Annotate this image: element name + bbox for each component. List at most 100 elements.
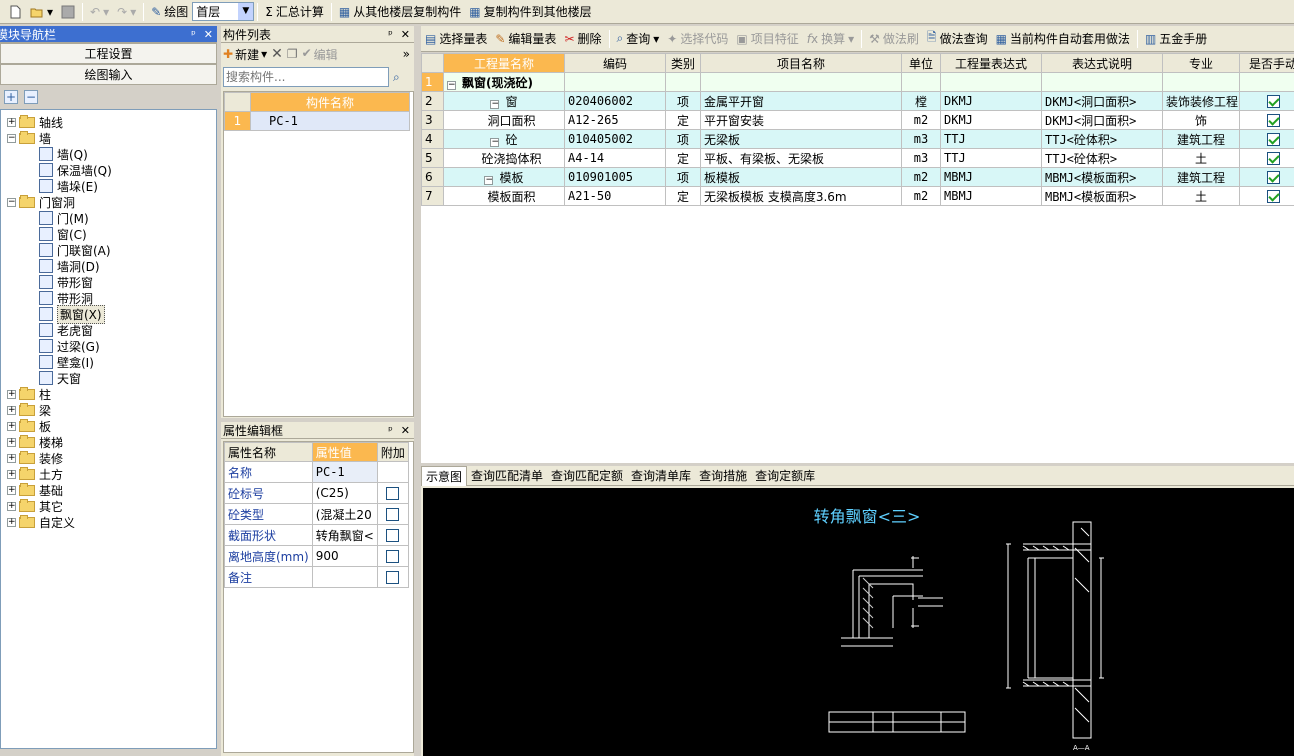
tree-leaf[interactable]: 门(M): [5, 210, 216, 226]
tree-leaf[interactable]: 墙洞(D): [5, 258, 216, 274]
floor-select[interactable]: 首层 ▼: [192, 2, 255, 21]
qty-cell-cat[interactable]: 定: [665, 110, 701, 130]
copy-from-floor-button[interactable]: ▦ 从其他楼层复制构件: [335, 2, 465, 22]
tree-leaf[interactable]: 窗(C): [5, 226, 216, 242]
method-query-button[interactable]: 🗎 做法查询: [923, 29, 992, 49]
qty-cell-unit[interactable]: m2: [901, 167, 941, 187]
bottom-tab[interactable]: 查询定额库: [751, 466, 819, 486]
pin-icon[interactable]: ᵖ: [388, 28, 393, 41]
component-name-header[interactable]: 构件名称: [250, 92, 410, 112]
tree-leaf[interactable]: 带形洞: [5, 290, 216, 306]
copy-to-floor-button[interactable]: ▦ 复制构件到其他楼层: [465, 2, 595, 22]
property-value[interactable]: PC-1: [311, 461, 378, 483]
expand-all-icon[interactable]: +: [4, 90, 18, 104]
qty-cell-code[interactable]: A4-14: [564, 148, 666, 168]
new-file-button[interactable]: [4, 2, 26, 22]
qty-header-cell[interactable]: 工程量表达式: [940, 53, 1042, 73]
qty-cell-unit[interactable]: m2: [901, 186, 941, 206]
qty-row[interactable]: 6− 模板 010901005 项板模板 m2 MBMJ MBMJ<模板面积> 建筑工程: [421, 167, 1294, 187]
qty-cell-desc[interactable]: DKMJ<洞口面积>: [1041, 91, 1163, 111]
qty-cell-major[interactable]: 建筑工程: [1162, 167, 1240, 187]
expand-icon[interactable]: +: [7, 117, 16, 127]
save-button[interactable]: [57, 2, 79, 22]
property-value[interactable]: (C25): [311, 482, 378, 504]
qty-cell-expr[interactable]: [940, 72, 1042, 92]
attach-checkbox[interactable]: [386, 571, 400, 584]
component-row[interactable]: 1 PC-1: [224, 111, 410, 131]
qty-row[interactable]: 1− 飘窗(现浇砼): [421, 72, 1294, 92]
qty-cell-cat[interactable]: [665, 72, 701, 92]
qty-cell-major[interactable]: [1162, 72, 1240, 92]
qty-cell-expr[interactable]: DKMJ: [940, 110, 1042, 130]
bottom-tab[interactable]: 查询匹配定额: [547, 466, 627, 486]
qty-cell-desc[interactable]: TTJ<砼体积>: [1041, 129, 1163, 149]
expand-icon[interactable]: +: [7, 485, 16, 495]
qty-cell-unit[interactable]: 樘: [901, 91, 941, 111]
copy-icon[interactable]: ❐: [287, 47, 298, 61]
edit-table-button[interactable]: ✎ 编辑量表: [491, 29, 560, 49]
property-value[interactable]: 转角飘窗<: [311, 524, 378, 546]
tree-folder[interactable]: + 自定义: [5, 514, 216, 530]
draw-input-button[interactable]: 绘图输入: [0, 64, 217, 85]
tree-folder[interactable]: + 柱: [5, 386, 216, 402]
qty-cell-unit[interactable]: m2: [901, 110, 941, 130]
tree-toggle-icon[interactable]: −: [484, 175, 494, 185]
expand-icon[interactable]: +: [7, 389, 16, 399]
hardware-manual-button[interactable]: ▥ 五金手册: [1141, 29, 1211, 49]
tree-folder[interactable]: + 土方: [5, 466, 216, 482]
tree-leaf[interactable]: 天窗: [5, 370, 216, 386]
close-icon[interactable]: ✕: [204, 28, 213, 41]
close-icon[interactable]: ✕: [401, 424, 410, 437]
sum-calc-button[interactable]: Σ 汇总计算: [261, 2, 328, 22]
tree-folder[interactable]: + 楼梯: [5, 434, 216, 450]
qty-cell-cat[interactable]: 项: [665, 167, 701, 187]
pin-icon[interactable]: ᵖ: [191, 28, 196, 41]
property-value[interactable]: 900: [311, 545, 378, 567]
qty-cell-name[interactable]: −砼浇捣体积: [443, 148, 565, 168]
tree-leaf[interactable]: 墙垛(E): [5, 178, 216, 194]
delete-row-button[interactable]: ✂ 删除: [560, 29, 605, 49]
expand-icon[interactable]: +: [7, 405, 16, 415]
qty-cell-unit[interactable]: m3: [901, 148, 941, 168]
tree-leaf[interactable]: 壁龛(I): [5, 354, 216, 370]
component-row-name[interactable]: PC-1: [250, 111, 410, 131]
qty-cell-expr[interactable]: DKMJ: [940, 91, 1042, 111]
edit-component-button[interactable]: ✔ 编辑: [302, 46, 338, 63]
tree-leaf[interactable]: 墙(Q): [5, 146, 216, 162]
tree-folder[interactable]: − 门窗洞: [5, 194, 216, 210]
qty-header-cell[interactable]: 工程量名称: [443, 53, 565, 73]
expand-icon[interactable]: +: [7, 469, 16, 479]
qty-cell-name[interactable]: − 砼: [443, 129, 565, 149]
qty-row[interactable]: 7−模板面积A21-50定无梁板模板 支模高度3.6mm2MBMJMBMJ<模板…: [421, 186, 1294, 206]
manual-checkbox[interactable]: [1266, 171, 1280, 184]
qty-cell-unit[interactable]: m3: [901, 129, 941, 149]
bottom-tab[interactable]: 查询匹配清单: [467, 466, 547, 486]
property-value[interactable]: [311, 566, 378, 588]
collapse-icon[interactable]: −: [7, 197, 16, 207]
auto-apply-button[interactable]: ▦ 当前构件自动套用做法: [992, 29, 1134, 49]
tree-leaf[interactable]: 老虎窗: [5, 322, 216, 338]
manual-checkbox[interactable]: [1266, 95, 1280, 108]
attach-checkbox[interactable]: [386, 487, 400, 500]
component-search-input[interactable]: [223, 67, 389, 87]
qty-cell-item[interactable]: [700, 72, 902, 92]
undo-button[interactable]: ↶ ▾: [86, 2, 113, 22]
tree-folder[interactable]: + 板: [5, 418, 216, 434]
more-icon[interactable]: »: [403, 47, 410, 61]
tree-folder[interactable]: + 梁: [5, 402, 216, 418]
qty-cell-code[interactable]: [564, 72, 666, 92]
expand-icon[interactable]: +: [7, 517, 16, 527]
qty-cell-expr[interactable]: TTJ: [940, 148, 1042, 168]
tree-folder[interactable]: − 墙: [5, 130, 216, 146]
tree-leaf[interactable]: 飘窗(X): [5, 304, 216, 324]
bottom-tab[interactable]: 示意图: [421, 465, 468, 486]
qty-cell-desc[interactable]: DKMJ<洞口面积>: [1041, 110, 1163, 130]
qty-header-cell[interactable]: 专业: [1162, 53, 1240, 73]
tree-toggle-icon[interactable]: −: [490, 137, 500, 147]
manual-checkbox[interactable]: [1266, 114, 1280, 127]
qty-cell-code[interactable]: 010405002: [564, 129, 666, 149]
expand-icon[interactable]: +: [7, 501, 16, 511]
tree-folder[interactable]: + 装修: [5, 450, 216, 466]
qty-cell-item[interactable]: 平板、有梁板、无梁板: [700, 148, 902, 168]
collapse-icon[interactable]: −: [7, 133, 16, 143]
